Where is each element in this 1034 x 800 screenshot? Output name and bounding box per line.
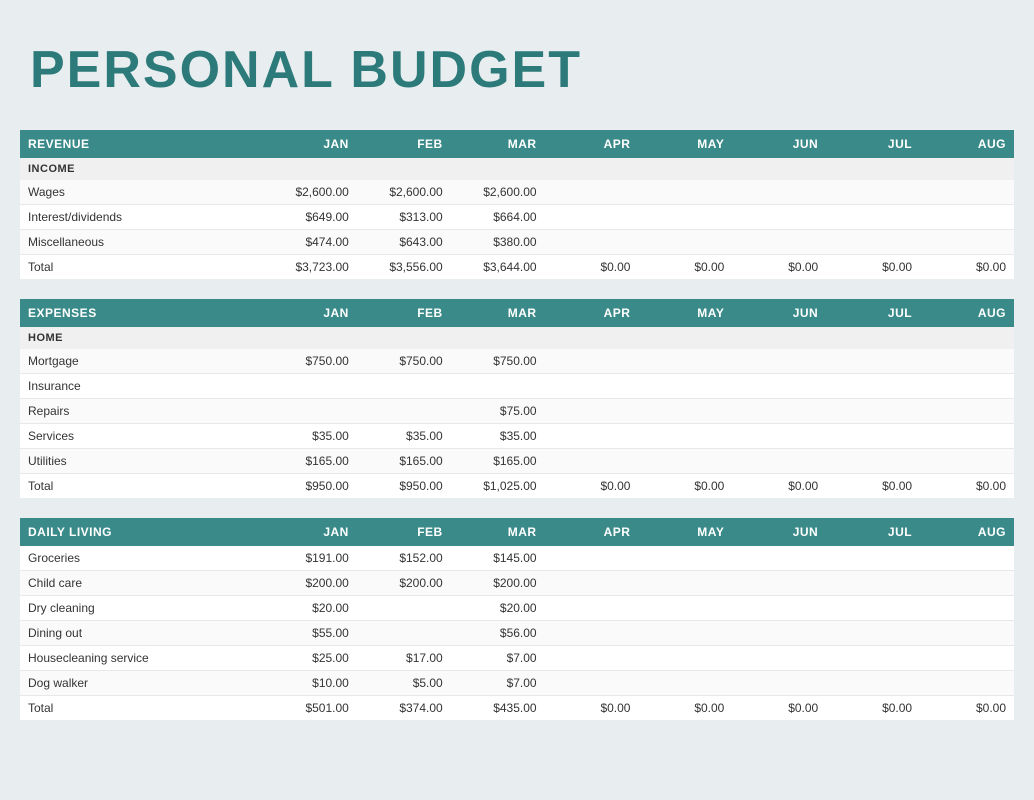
wages-row: Wages $2,600.00 $2,600.00 $2,600.00 — [20, 180, 1014, 205]
daily-living-col-apr: APR — [545, 518, 639, 546]
miscellaneous-row: Miscellaneous $474.00 $643.00 $380.00 — [20, 230, 1014, 255]
expenses-col-may: MAY — [638, 299, 732, 327]
revenue-col-jun: JUN — [732, 130, 826, 158]
revenue-col-aug: AUG — [920, 130, 1014, 158]
childcare-row: Child care $200.00 $200.00 $200.00 — [20, 571, 1014, 596]
dry-cleaning-row: Dry cleaning $20.00 $20.00 — [20, 596, 1014, 621]
daily-living-col-label: DAILY LIVING — [20, 518, 263, 546]
expenses-header-row: EXPENSES JAN FEB MAR APR MAY JUN JUL AUG — [20, 299, 1014, 327]
daily-living-col-jun: JUN — [732, 518, 826, 546]
housecleaning-row: Housecleaning service $25.00 $17.00 $7.0… — [20, 646, 1014, 671]
revenue-table: REVENUE JAN FEB MAR APR MAY JUN JUL AUG … — [20, 130, 1014, 279]
dining-out-row: Dining out $55.00 $56.00 — [20, 621, 1014, 646]
home-section-header: HOME — [20, 327, 1014, 349]
mortgage-row: Mortgage $750.00 $750.00 $750.00 — [20, 349, 1014, 374]
dog-walker-row: Dog walker $10.00 $5.00 $7.00 — [20, 671, 1014, 696]
utilities-row: Utilities $165.00 $165.00 $165.00 — [20, 449, 1014, 474]
revenue-col-feb: FEB — [357, 130, 451, 158]
daily-living-header-row: DAILY LIVING JAN FEB MAR APR MAY JUN JUL… — [20, 518, 1014, 546]
insurance-row: Insurance — [20, 374, 1014, 399]
revenue-total-row: Total $3,723.00 $3,556.00 $3,644.00 $0.0… — [20, 255, 1014, 280]
expenses-col-apr: APR — [545, 299, 639, 327]
income-section-header: INCOME — [20, 158, 1014, 180]
expenses-col-jan: JAN — [263, 299, 357, 327]
daily-living-col-jan: JAN — [263, 518, 357, 546]
expenses-col-mar: MAR — [451, 299, 545, 327]
revenue-col-jan: JAN — [263, 130, 357, 158]
revenue-header-row: REVENUE JAN FEB MAR APR MAY JUN JUL AUG — [20, 130, 1014, 158]
daily-living-col-aug: AUG — [920, 518, 1014, 546]
revenue-col-apr: APR — [545, 130, 639, 158]
revenue-col-jul: JUL — [826, 130, 920, 158]
expenses-col-jun: JUN — [732, 299, 826, 327]
expenses-col-aug: AUG — [920, 299, 1014, 327]
expenses-col-jul: JUL — [826, 299, 920, 327]
repairs-row: Repairs $75.00 — [20, 399, 1014, 424]
revenue-col-label: REVENUE — [20, 130, 263, 158]
groceries-row: Groceries $191.00 $152.00 $145.00 — [20, 546, 1014, 571]
expenses-table: EXPENSES JAN FEB MAR APR MAY JUN JUL AUG… — [20, 299, 1014, 498]
expenses-col-label: EXPENSES — [20, 299, 263, 327]
revenue-col-mar: MAR — [451, 130, 545, 158]
daily-living-col-may: MAY — [638, 518, 732, 546]
daily-living-table: DAILY LIVING JAN FEB MAR APR MAY JUN JUL… — [20, 518, 1014, 720]
revenue-col-may: MAY — [638, 130, 732, 158]
daily-living-col-mar: MAR — [451, 518, 545, 546]
interest-dividends-row: Interest/dividends $649.00 $313.00 $664.… — [20, 205, 1014, 230]
services-row: Services $35.00 $35.00 $35.00 — [20, 424, 1014, 449]
daily-living-col-feb: FEB — [357, 518, 451, 546]
page-title: PERSONAL BUDGET — [20, 20, 1014, 130]
expenses-col-feb: FEB — [357, 299, 451, 327]
daily-living-total-row: Total $501.00 $374.00 $435.00 $0.00 $0.0… — [20, 696, 1014, 721]
daily-living-col-jul: JUL — [826, 518, 920, 546]
expenses-total-row: Total $950.00 $950.00 $1,025.00 $0.00 $0… — [20, 474, 1014, 499]
